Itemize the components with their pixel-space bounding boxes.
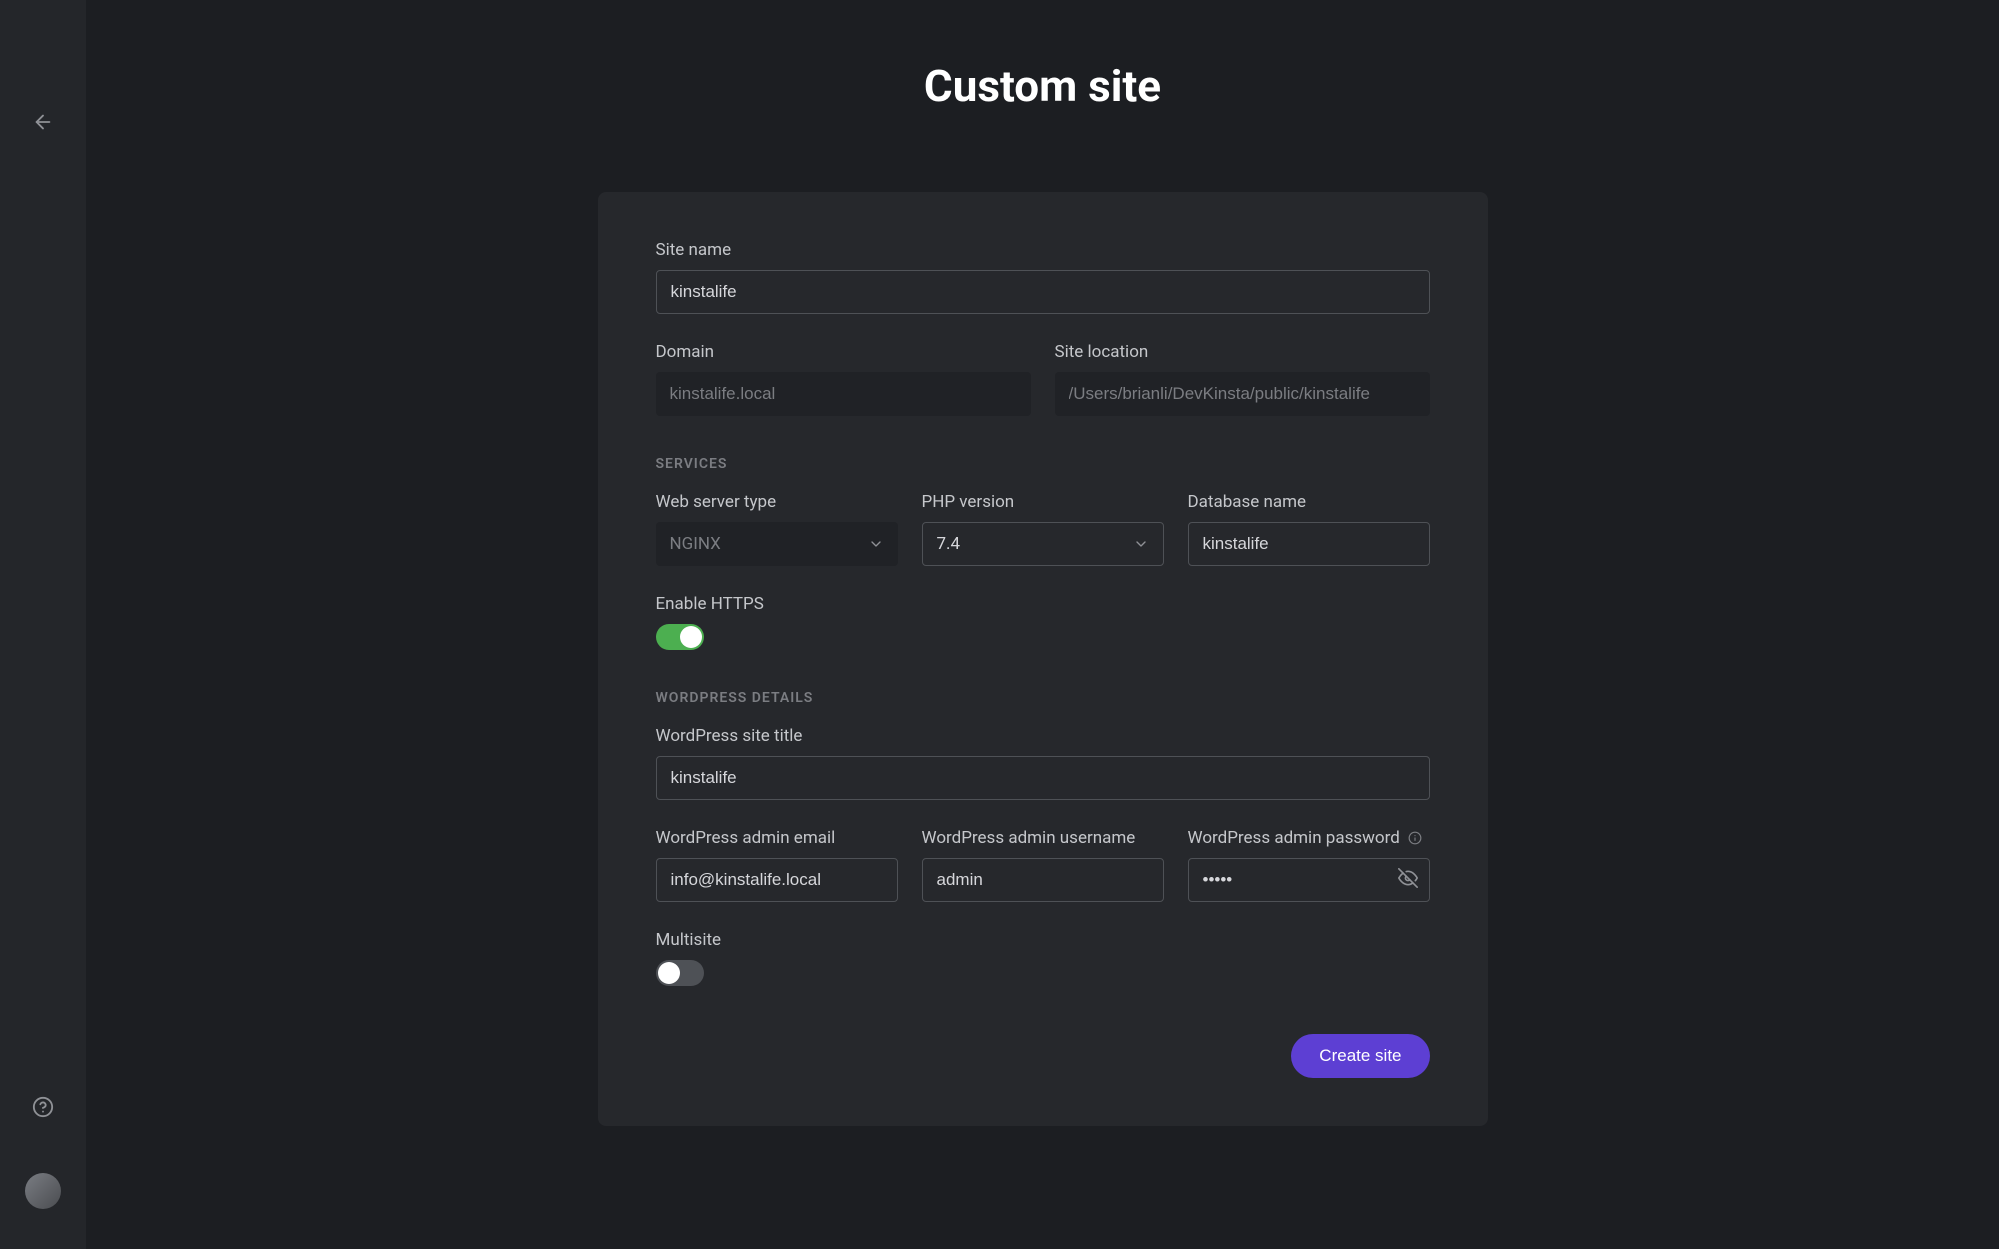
chevron-down-icon <box>1133 536 1149 552</box>
domain-input <box>656 372 1031 416</box>
arrow-left-icon <box>32 111 54 133</box>
eye-off-icon[interactable] <box>1398 868 1418 892</box>
info-icon[interactable] <box>1408 831 1422 845</box>
wp-admin-password-field: WordPress admin password <box>1188 828 1430 902</box>
domain-field: Domain <box>656 342 1031 416</box>
avatar[interactable] <box>25 1173 61 1209</box>
wp-site-title-field: WordPress site title <box>656 726 1430 800</box>
wordpress-section-header: WORDPRESS DETAILS <box>656 690 1430 706</box>
php-version-label: PHP version <box>922 492 1164 512</box>
wp-admin-email-label: WordPress admin email <box>656 828 898 848</box>
services-section-header: SERVICES <box>656 456 1430 472</box>
wp-site-title-input[interactable] <box>656 756 1430 800</box>
sidebar <box>0 0 86 1249</box>
php-version-value: 7.4 <box>937 534 961 554</box>
database-name-input[interactable] <box>1188 522 1430 566</box>
database-name-field: Database name <box>1188 492 1430 566</box>
web-server-value: NGINX <box>670 534 721 554</box>
enable-https-toggle[interactable] <box>656 624 704 650</box>
page-title: Custom site <box>924 60 1161 112</box>
form-actions: Create site <box>656 1034 1430 1078</box>
help-button[interactable] <box>29 1093 57 1121</box>
php-version-select[interactable]: 7.4 <box>922 522 1164 566</box>
web-server-label: Web server type <box>656 492 898 512</box>
multisite-label: Multisite <box>656 930 1430 950</box>
sidebar-bottom <box>25 1093 61 1249</box>
wp-admin-username-field: WordPress admin username <box>922 828 1164 902</box>
chevron-down-icon <box>868 536 884 552</box>
multisite-toggle[interactable] <box>656 960 704 986</box>
main-content: Custom site Site name Domain Site locati… <box>86 0 1999 1126</box>
wp-admin-password-input[interactable] <box>1188 858 1430 902</box>
site-name-input[interactable] <box>656 270 1430 314</box>
wp-site-title-label: WordPress site title <box>656 726 1430 746</box>
site-location-label: Site location <box>1055 342 1430 362</box>
domain-label: Domain <box>656 342 1031 362</box>
wp-admin-email-field: WordPress admin email <box>656 828 898 902</box>
toggle-knob <box>680 626 702 648</box>
site-location-input <box>1055 372 1430 416</box>
web-server-field: Web server type NGINX <box>656 492 898 566</box>
wp-admin-username-input[interactable] <box>922 858 1164 902</box>
form-card: Site name Domain Site location SERVICES … <box>598 192 1488 1126</box>
site-name-field: Site name <box>656 240 1430 314</box>
help-icon <box>32 1096 54 1118</box>
toggle-knob <box>658 962 680 984</box>
wp-admin-password-label: WordPress admin password <box>1188 828 1430 848</box>
enable-https-field: Enable HTTPS <box>656 594 1430 650</box>
enable-https-label: Enable HTTPS <box>656 594 1430 614</box>
multisite-field: Multisite <box>656 930 1430 986</box>
create-site-button[interactable]: Create site <box>1291 1034 1429 1078</box>
back-button[interactable] <box>29 108 57 136</box>
web-server-select: NGINX <box>656 522 898 566</box>
php-version-field: PHP version 7.4 <box>922 492 1164 566</box>
wp-admin-email-input[interactable] <box>656 858 898 902</box>
site-name-label: Site name <box>656 240 1430 260</box>
database-name-label: Database name <box>1188 492 1430 512</box>
site-location-field: Site location <box>1055 342 1430 416</box>
wp-admin-username-label: WordPress admin username <box>922 828 1164 848</box>
